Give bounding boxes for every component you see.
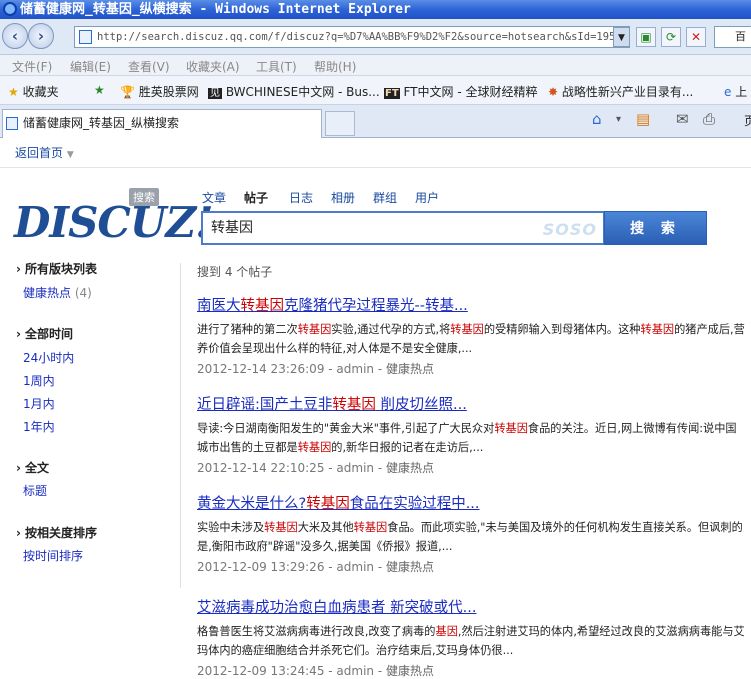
result-item: 艾滋病毒成功治愈白血病患者 新突破或代... 格鲁普医生将艾滋病病毒进行改良,改变… [197, 596, 747, 679]
result-snippet: 进行了猪种的第二次转基因实验,通过代孕的方式,将转基因的受精卵输入到母猪体内。这… [197, 323, 745, 355]
search-input[interactable]: 转基因 SOSO [201, 211, 605, 245]
menu-edit[interactable]: 编辑(E) [70, 58, 111, 75]
tab-user[interactable]: 用户 [415, 189, 439, 206]
sidebar-link-1month[interactable]: 1月内 [23, 395, 55, 412]
forward-button[interactable]: › [28, 23, 54, 49]
fav-item-4[interactable]: ✸ 战略性新兴产业目录有... [548, 83, 693, 100]
feeds-icon[interactable]: ▤ [636, 110, 650, 128]
divider [0, 167, 751, 168]
result-meta: 2012-12-14 23:26:09 - admin - 健康热点 [197, 362, 434, 376]
tab-article[interactable]: 文章 [202, 189, 226, 206]
back-button[interactable]: ‹ [2, 23, 28, 49]
menu-view[interactable]: 查看(V) [128, 58, 170, 75]
favorites-bar: ★ 收藏夹 ★ 🏆 胜英股票网 见 BWCHINESE中文网 - Bus... … [0, 76, 751, 105]
sidebar-link-bytime[interactable]: 按时间排序 [23, 547, 83, 564]
sidebar-link-24h[interactable]: 24小时内 [23, 349, 74, 366]
url-text: http://search.discuz.qq.com/f/discuz?q=%… [97, 31, 630, 43]
discuz-logo[interactable]: DISCUZ! 搜索 [14, 188, 214, 247]
home-dropdown-icon[interactable]: ▾ [616, 114, 621, 125]
result-meta: 2012-12-09 13:24:45 - admin - 健康热点 [197, 664, 434, 678]
add-favorite-icon[interactable]: ★ [94, 83, 105, 97]
print-icon[interactable]: ⎙ [703, 110, 715, 128]
result-category: 健康热点 [385, 560, 434, 574]
menu-bar: 文件(F) 编辑(E) 查看(V) 收藏夹(A) 工具(T) 帮助(H) [0, 55, 751, 76]
menu-tools[interactable]: 工具(T) [256, 58, 297, 75]
address-input[interactable]: http://search.discuz.qq.com/f/discuz?q=%… [74, 26, 630, 48]
result-category: 健康热点 [385, 664, 434, 678]
ie-search-hint: 百 [735, 30, 746, 43]
soso-brand: SOSO [542, 220, 597, 239]
fav-item-1[interactable]: 🏆 胜英股票网 [120, 83, 199, 100]
mail-icon[interactable]: ✉ [676, 110, 689, 128]
logo-text: DISCUZ! [14, 198, 214, 247]
result-category: 健康热点 [385, 362, 434, 376]
back-home-link[interactable]: 返回首页 ▼ [15, 144, 74, 161]
ie-search-box[interactable]: 百 [714, 26, 751, 48]
page-content: 返回首页 ▼ DISCUZ! 搜索 文章 帖子 日志 相册 群组 用户 转基因 … [0, 138, 751, 678]
sidebar-link-title[interactable]: 标题 [23, 482, 47, 499]
home-icon[interactable]: ⌂ [592, 110, 602, 128]
result-snippet: 实验中未涉及转基因大米及其他转基因食品。而此项实验,"未与美国及境外的任何机构发… [197, 521, 743, 553]
result-meta: 2012-12-14 22:10:25 - admin - 健康热点 [197, 461, 434, 475]
chevron-down-icon: ▼ [66, 150, 74, 160]
window-title-bar: 储蓄健康网_转基因_纵横搜索 - Windows Internet Explor… [0, 0, 751, 19]
result-meta: 2012-12-09 13:29:26 - admin - 健康热点 [197, 560, 434, 574]
result-snippet: 导读:今日湖南衡阳发生的"黄金大米"事件,引起了广大民众对转基因食品的关注。近日… [197, 422, 737, 454]
sidebar-heading-relevance: 按相关度排序 [16, 524, 97, 541]
search-query: 转基因 [211, 220, 253, 236]
tab-posts[interactable]: 帖子 [244, 189, 268, 206]
star-icon: ★ [8, 85, 19, 99]
sidebar-link-1year[interactable]: 1年内 [23, 418, 55, 435]
address-bar-row: ‹ › http://search.discuz.qq.com/f/discuz… [0, 19, 751, 55]
fav-item-2[interactable]: 见 BWCHINESE中文网 - Bus... [208, 83, 380, 100]
compat-view-icon[interactable]: ▣ [636, 27, 656, 47]
tab-album[interactable]: 相册 [331, 189, 355, 206]
tab-page-icon [6, 117, 18, 130]
result-title-link[interactable]: 艾滋病毒成功治愈白血病患者 新突破或代... [197, 596, 747, 617]
sidebar-divider [180, 263, 181, 588]
refresh-icon[interactable]: ⟳ [661, 27, 681, 47]
ie-logo-icon [3, 2, 17, 16]
result-title-link[interactable]: 黄金大米是什么?转基因食品在实验过程中... [197, 492, 747, 513]
result-title-link[interactable]: 近日辟谣:国产土豆非转基因 削皮切丝照... [197, 393, 747, 414]
result-item: 近日辟谣:国产土豆非转基因 削皮切丝照... 导读:今日湖南衡阳发生的"黄金大米"… [197, 393, 747, 476]
fav-item-3[interactable]: FT FT中文网 - 全球财经精粹 [384, 83, 537, 100]
menu-help[interactable]: 帮助(H) [314, 58, 356, 75]
result-category[interactable]: 健康热点 [386, 461, 434, 475]
tab-blog[interactable]: 日志 [289, 189, 313, 206]
page-menu[interactable]: 页 [744, 112, 751, 129]
logo-badge: 搜索 [129, 188, 159, 206]
result-item: 南医大转基因克隆猪代孕过程暴光--转基... 进行了猪种的第二次转基因实验,通过代… [197, 294, 747, 377]
sidebar-heading-time: 全部时间 [16, 325, 73, 342]
sidebar-link-1week[interactable]: 1周内 [23, 372, 55, 389]
fav-item-5[interactable]: e 上 [724, 83, 747, 100]
new-tab-button[interactable] [325, 111, 355, 136]
page-icon [79, 30, 92, 44]
result-snippet: 格鲁普医生将艾滋病病毒进行改良,改变了病毒的基因,然后注射进艾玛的体内,希望经过… [197, 625, 745, 657]
window-title: 储蓄健康网_转基因_纵横搜索 - Windows Internet Explor… [20, 2, 411, 17]
favorites-button[interactable]: ★ 收藏夹 [8, 83, 59, 100]
tab-group[interactable]: 群组 [373, 189, 397, 206]
stop-icon[interactable]: ✕ [686, 27, 706, 47]
sidebar-heading-fulltext: 全文 [16, 459, 49, 476]
sidebar-link-health[interactable]: 健康热点 (4) [23, 284, 92, 301]
tab-active[interactable]: 储蓄健康网_转基因_纵横搜索 [2, 109, 322, 138]
menu-favorites[interactable]: 收藏夹(A) [186, 58, 240, 75]
result-item: 黄金大米是什么?转基因食品在实验过程中... 实验中未涉及转基因大米及其他转基因食… [197, 492, 747, 575]
search-button[interactable]: 搜 索 [604, 211, 707, 245]
sidebar-heading-forums: 所有版块列表 [16, 260, 97, 277]
result-count: 搜到 4 个帖子 [197, 265, 273, 279]
address-dropdown-button[interactable]: ▼ [613, 27, 630, 47]
result-title-link[interactable]: 南医大转基因克隆猪代孕过程暴光--转基... [197, 294, 747, 315]
menu-file[interactable]: 文件(F) [12, 58, 52, 75]
